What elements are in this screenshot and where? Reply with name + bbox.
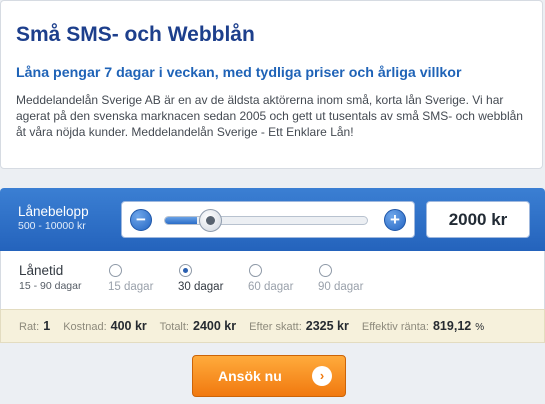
term-option-15[interactable]: 15 dagar: [108, 264, 179, 304]
cost-value: 400 kr: [110, 319, 147, 333]
total-value: 2400 kr: [193, 319, 237, 333]
slider-fill: [165, 217, 198, 224]
loan-summary-bar: Rat: 1 Kostnad: 400 kr Totalt: 2400 kr Efte…: [0, 309, 545, 343]
percent-sign: %: [475, 322, 485, 333]
apply-now-button[interactable]: Ansök nu ›: [192, 355, 346, 397]
intro-text: Meddelandelån Sverige AB är en av de äld…: [16, 93, 523, 139]
chevron-right-icon: ›: [312, 366, 332, 386]
loan-term-panel: Lånetid 15 - 90 dagar 15 dagar 30 dagar …: [0, 251, 545, 309]
apply-now-label: Ansök nu: [218, 368, 282, 384]
info-card: Små SMS- och Webblån Låna pengar 7 dagar…: [0, 0, 543, 169]
term-option-label: 90 dagar: [318, 281, 364, 293]
cost-label: Kostnad:: [63, 321, 107, 333]
effective-rate-value: 819,12: [432, 319, 472, 333]
radio-button[interactable]: [319, 264, 332, 277]
loan-amount-value[interactable]: 2000 kr: [426, 201, 530, 238]
term-option-label: 60 dagar: [248, 281, 294, 293]
total-label: Totalt:: [159, 321, 189, 333]
loan-term-range: 15 - 90 dagar: [19, 280, 82, 292]
loan-amount-label: Lånebelopp: [18, 204, 89, 219]
after-tax-value: 2325 kr: [305, 319, 349, 333]
term-option-60[interactable]: 60 dagar: [248, 264, 319, 304]
term-option-30[interactable]: 30 dagar: [178, 264, 249, 304]
increase-amount-button[interactable]: +: [384, 209, 406, 231]
radio-button[interactable]: [249, 264, 262, 277]
installments-value: 1: [43, 319, 51, 333]
loan-calculator: Lånebelopp 500 - 10000 kr − + 2000 kr Lå…: [0, 188, 545, 404]
slider-handle[interactable]: [199, 209, 223, 232]
radio-button[interactable]: [109, 264, 122, 277]
loan-amount-panel: Lånebelopp 500 - 10000 kr − + 2000 kr: [0, 188, 545, 251]
loan-amount-slider-box: − +: [121, 201, 415, 238]
page-subtitle: Låna pengar 7 dagar i veckan, med tydlig…: [16, 65, 462, 81]
effective-rate-label: Effektiv ränta:: [361, 321, 429, 333]
decrease-amount-button[interactable]: −: [130, 209, 152, 231]
radio-button[interactable]: [179, 264, 192, 277]
installments-label: Rat:: [19, 321, 40, 333]
after-tax-label: Efter skatt:: [249, 321, 302, 333]
term-option-label: 15 dagar: [108, 281, 154, 293]
term-option-90[interactable]: 90 dagar: [318, 264, 389, 304]
loan-amount-slider[interactable]: [164, 216, 368, 225]
loan-amount-range: 500 - 10000 kr: [18, 220, 86, 232]
term-option-label: 30 dagar: [178, 281, 224, 293]
loan-term-label: Lånetid: [19, 263, 64, 278]
page-title: Små SMS- och Webblån: [16, 23, 255, 46]
